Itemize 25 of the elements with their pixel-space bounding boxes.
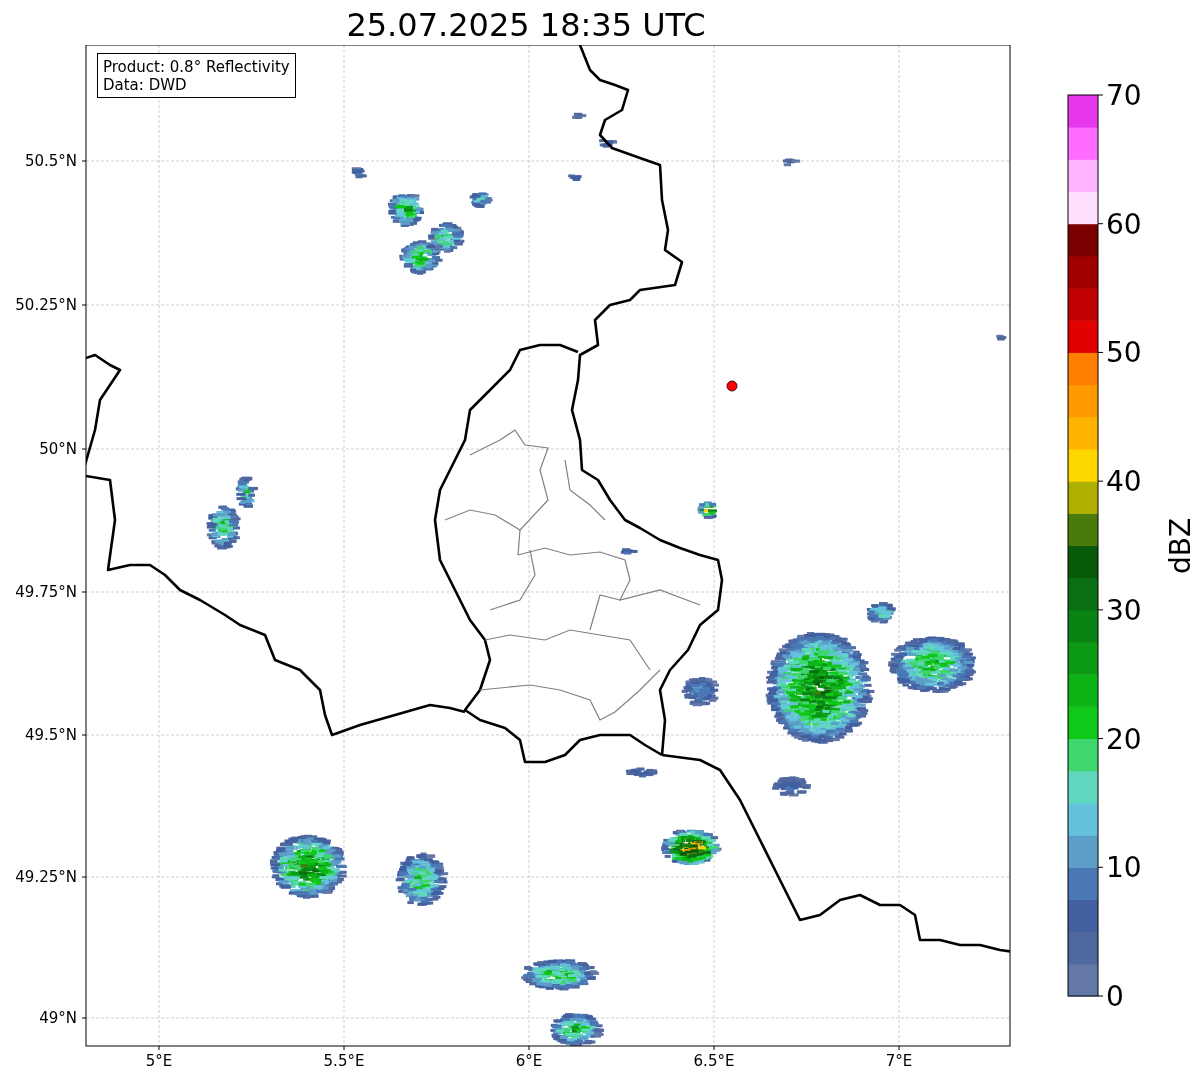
colorbar-tick-label: 70 (1106, 79, 1142, 112)
axis-tick-label: 6.5°E (693, 1052, 735, 1070)
axis-tick-label: 50.5°N (24, 152, 77, 170)
colorbar-label: dBZ (1164, 517, 1197, 575)
axis-tick-label: 49.5°N (24, 726, 77, 744)
axis-tick-label: 49.75°N (15, 583, 77, 601)
colorbar-tick-label: 30 (1106, 593, 1142, 627)
radar-site-marker (726, 380, 738, 392)
axis-tick-label: 5°E (145, 1052, 173, 1070)
axis-tick-label: 6°E (515, 1052, 543, 1070)
axis-tick-label: 50°N (39, 440, 77, 458)
axis-tick-label: 49°N (39, 1009, 77, 1027)
colorbar-tick-label: 20 (1106, 722, 1142, 756)
axis-tick-label: 7°E (885, 1052, 913, 1070)
axis-tick-label: 50.25°N (15, 296, 77, 314)
axis-tick-label: 49.25°N (15, 868, 77, 886)
colorbar-tick-label: 60 (1106, 207, 1142, 241)
colorbar-tick-label: 10 (1106, 851, 1142, 885)
colorbar-tick-label: 40 (1106, 465, 1142, 499)
colorbar-tick-label: 50 (1106, 336, 1142, 370)
data-source-label: Data: DWD (103, 76, 188, 94)
product-label: Product: 0.8° Reflectivity (103, 58, 290, 76)
axis-tick-label: 5.5°E (323, 1052, 365, 1070)
colorbar-tick-label: 0 (1106, 980, 1124, 1013)
chart-title: 25.07.2025 18:35 UTC (346, 5, 706, 45)
